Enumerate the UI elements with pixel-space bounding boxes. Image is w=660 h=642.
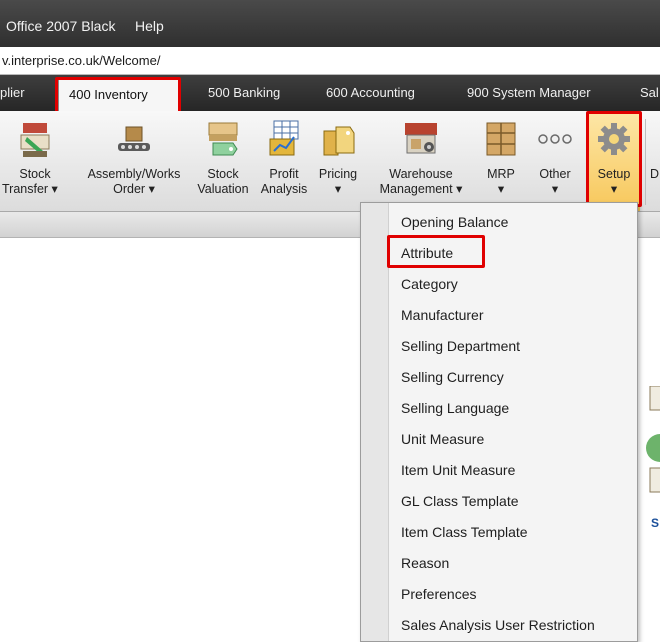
pricing-label-1: Pricing (318, 167, 358, 181)
mrp-label-2: ▾ (497, 182, 505, 196)
setup-label-1: Setup (597, 167, 631, 181)
profit-chart-icon (269, 120, 299, 156)
profit-analysis-label-2: Analysis (260, 182, 308, 196)
menu-theme[interactable]: Office 2007 Black (6, 18, 115, 34)
menu-bar: Office 2007 Black Help (0, 0, 660, 47)
menu-item-opening-balance[interactable]: Opening Balance (401, 214, 508, 230)
other-button[interactable]: Other ▾ (530, 111, 580, 211)
warehouse-icon (405, 123, 437, 154)
gear-icon (598, 123, 630, 155)
menu-item-sales-analysis-user-restriction[interactable]: Sales Analysis User Restriction (401, 617, 595, 633)
stock-transfer-label-1: Stock (19, 167, 51, 181)
setup-label-2: ▾ (610, 182, 618, 196)
menu-gutter (361, 203, 389, 641)
boxes-icon (486, 122, 516, 156)
partial-content-label[interactable]: S (651, 516, 659, 530)
address-url[interactable]: v.interprise.co.uk/Welcome/ (2, 53, 160, 68)
ribbon: Stock Transfer ▾ Assembly/Works Order ▾ (0, 111, 660, 212)
menu-help[interactable]: Help (135, 18, 164, 34)
profit-analysis-button[interactable]: Profit Analysis (256, 111, 312, 211)
tab-supplier[interactable]: plier (0, 75, 25, 111)
pricing-tag-icon (323, 126, 355, 156)
warehouse-label-1: Warehouse (389, 167, 453, 181)
module-tabs: plier 400 Inventory 500 Banking 600 Acco… (0, 75, 660, 111)
tab-system-manager[interactable]: 900 System Manager (467, 75, 591, 111)
warehouse-management-button[interactable]: Warehouse Management ▾ (368, 111, 474, 211)
stock-valuation-label-1: Stock (207, 167, 239, 181)
more-icon (538, 134, 572, 144)
next-group-partial[interactable]: D (650, 111, 660, 211)
price-tag-icon (208, 122, 238, 156)
warehouse-label-2: Management ▾ (379, 182, 463, 196)
stock-transfer-icon (20, 123, 50, 157)
mrp-label-1: MRP (487, 167, 515, 181)
menu-item-selling-department[interactable]: Selling Department (401, 338, 520, 354)
pricing-label-2: ▾ (334, 182, 342, 196)
stock-valuation-button[interactable]: Stock Valuation (190, 111, 256, 211)
other-label-2: ▾ (551, 182, 559, 196)
stock-transfer-label-2: Transfer ▾ (2, 182, 58, 196)
menu-item-preferences[interactable]: Preferences (401, 586, 476, 602)
ribbon-separator (645, 119, 646, 205)
assembly-label-1: Assembly/Works (87, 167, 181, 181)
menu-item-category[interactable]: Category (401, 276, 458, 292)
app-window: Office 2007 Black Help v.interprise.co.u… (0, 0, 660, 642)
pricing-button[interactable]: Pricing ▾ (314, 111, 362, 211)
menu-item-gl-class-template[interactable]: GL Class Template (401, 493, 519, 509)
menu-item-item-unit-measure[interactable]: Item Unit Measure (401, 462, 515, 478)
next-group-label: D (650, 167, 660, 181)
menu-item-manufacturer[interactable]: Manufacturer (401, 307, 483, 323)
menu-item-reason[interactable]: Reason (401, 555, 449, 571)
stock-transfer-button[interactable]: Stock Transfer ▾ (0, 111, 70, 211)
profit-analysis-label-1: Profit (269, 167, 299, 181)
address-bar[interactable]: v.interprise.co.uk/Welcome/ (0, 47, 660, 75)
mrp-button[interactable]: MRP ▾ (476, 111, 526, 211)
conveyor-icon (118, 126, 150, 151)
tab-inventory[interactable]: 400 Inventory (58, 79, 180, 111)
assembly-works-order-button[interactable]: Assembly/Works Order ▾ (78, 111, 190, 211)
tab-sales-partial[interactable]: Sal (640, 75, 659, 111)
assembly-label-2: Order ▾ (113, 182, 155, 196)
stock-valuation-label-2: Valuation (197, 182, 249, 196)
tab-accounting[interactable]: 600 Accounting (326, 75, 415, 111)
menu-item-unit-measure[interactable]: Unit Measure (401, 431, 484, 447)
setup-button[interactable]: Setup ▾ (588, 111, 640, 211)
tab-banking[interactable]: 500 Banking (208, 75, 280, 111)
other-label-1: Other (539, 167, 571, 181)
menu-item-attribute[interactable]: Attribute (401, 245, 453, 261)
menu-item-item-class-template[interactable]: Item Class Template (401, 524, 528, 540)
menu-item-selling-currency[interactable]: Selling Currency (401, 369, 504, 385)
partial-graphic (646, 386, 660, 493)
menu-item-selling-language[interactable]: Selling Language (401, 400, 509, 416)
setup-dropdown-menu: Opening Balance Attribute Category Manuf… (360, 202, 638, 642)
